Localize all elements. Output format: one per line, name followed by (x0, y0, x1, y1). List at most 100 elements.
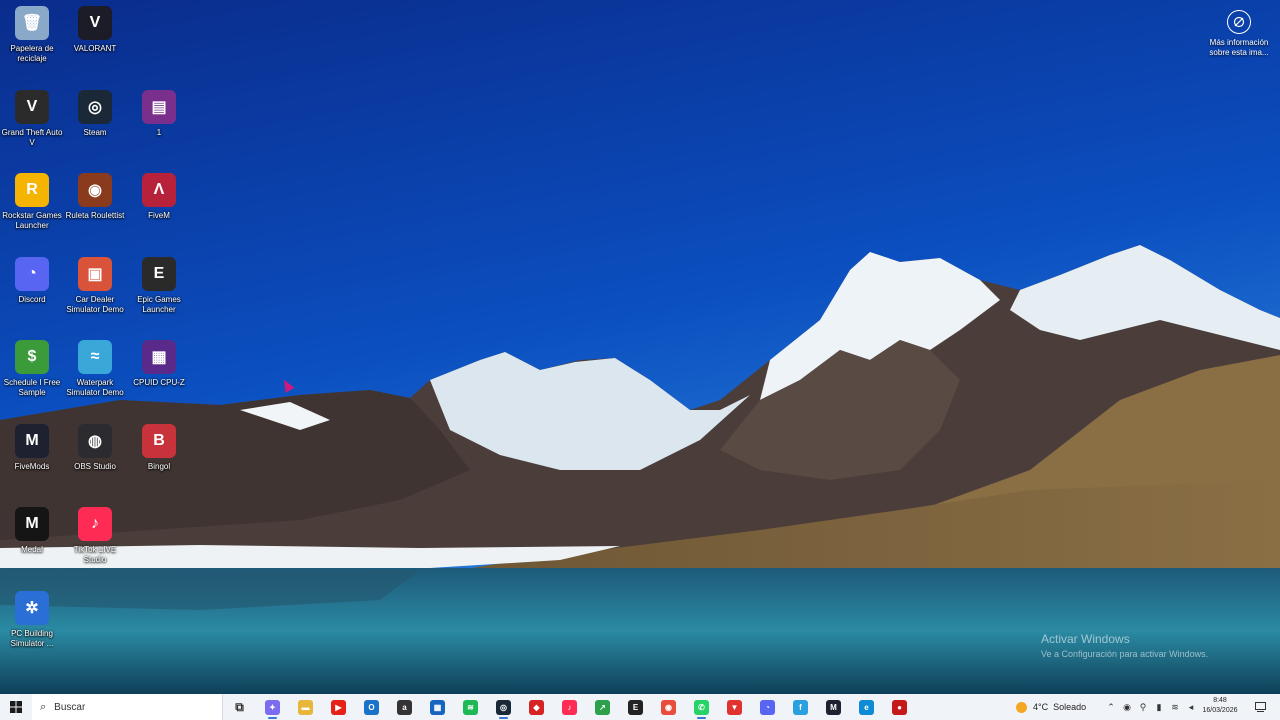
taskbar-app-button[interactable]: ● (883, 694, 916, 720)
desktop-shortcut[interactable]: ♪ TikTok LIVE Studio (63, 501, 127, 581)
recycle-bin-icon: 🗑 (15, 6, 49, 40)
taskbar-app-button[interactable]: ✆ (685, 694, 718, 720)
desktop-shortcut[interactable]: ◎ Steam (63, 84, 127, 164)
desktop-shortcut[interactable]: V VALORANT (63, 0, 127, 80)
fivemods-icon: M (15, 424, 49, 458)
taskbar-app-button[interactable]: ▶ (322, 694, 355, 720)
winrar-icon: ▤ (142, 90, 176, 124)
weather-widget[interactable]: 4°C Soleado (1016, 694, 1086, 720)
whatsapp-icon: ✆ (694, 699, 709, 715)
desktop-shortcut[interactable]: B Bingol (127, 418, 191, 498)
notes-app-icon: f (793, 699, 808, 715)
taskbar-app-button[interactable]: ▦ (421, 694, 454, 720)
start-button[interactable] (0, 694, 32, 720)
desktop-shortcut-label: OBS Studio (74, 462, 116, 471)
desktop-shortcut[interactable]: Λ FiveM (127, 167, 191, 247)
desktop-shortcut-label: FiveMods (14, 462, 50, 471)
desktop-shortcut-label: Medal (21, 545, 43, 554)
desktop-shortcut[interactable]: $ Schedule I Free Sample (0, 334, 64, 414)
notification-icon (1254, 702, 1266, 712)
taskbar-app-button[interactable]: ◆ (520, 694, 553, 720)
system-tray: ⌃ ◉ ⚲ ▮ ≋ ◂ (1103, 694, 1199, 720)
sun-icon (1016, 701, 1027, 713)
desktop-shortcut-label: Waterpark Simulator Demo (66, 378, 124, 397)
chevron-up-icon[interactable]: ⌃ (1103, 702, 1119, 713)
usb-icon[interactable]: ⚲ (1135, 702, 1151, 713)
desktop-shortcut-label: Epic Games Launcher (137, 295, 181, 314)
desktop-shortcut[interactable]: ▤ 1 (127, 84, 191, 164)
tiktok-live-icon: ♪ (78, 507, 112, 541)
wifi-icon[interactable]: ≋ (1167, 702, 1183, 713)
desktop-shortcut-label: Car Dealer Simulator Demo (66, 295, 124, 314)
desktop-shortcut[interactable]: E Epic Games Launcher (127, 251, 191, 331)
taskbar-app-button[interactable]: ▼ (718, 694, 751, 720)
taskbar-app-button[interactable]: e (850, 694, 883, 720)
clock[interactable]: 8:48 16/03/2026 (1198, 696, 1242, 716)
record-app-icon: ● (892, 699, 907, 715)
taskbar-app-button[interactable]: ◎ (487, 694, 520, 720)
tiktok-taskbar-icon: ♪ (562, 699, 577, 715)
desktop-shortcut-label: Steam (83, 128, 107, 137)
desktop-shortcut-label: PC Building Simulator ... (10, 629, 54, 648)
notification-button[interactable] (1250, 694, 1270, 720)
roulette-icon: ◉ (78, 173, 112, 207)
copilot-icon: ✦ (265, 699, 280, 715)
microphone-icon[interactable]: ▮ (1151, 702, 1167, 713)
taskbar-app-button[interactable]: ✦ (256, 694, 289, 720)
taskbar-app-button[interactable]: f (784, 694, 817, 720)
volume-icon[interactable]: ◂ (1183, 702, 1199, 713)
taskbar-app-button[interactable]: a (388, 694, 421, 720)
taskbar-app-button[interactable]: ◔ (751, 694, 784, 720)
discord-icon: ◔ (15, 257, 49, 291)
pc-building-icon: ✲ (15, 591, 49, 625)
taskbar-app-button[interactable]: ◉ (652, 694, 685, 720)
steam-icon: ◎ (78, 90, 112, 124)
taskbar: ⌕ Buscar ⧉ ✦ ▬ ▶ Oa ▦ ≋ ◎ ◆ ♪ ↗ E ◉ ✆ ▼ ◔ f Me ● (0, 694, 1280, 720)
taskbar-app-button[interactable]: ♪ (553, 694, 586, 720)
search-placeholder: Buscar (54, 701, 86, 713)
taskbar-app-button[interactable]: ↗ (586, 694, 619, 720)
obs-icon: ◍ (78, 424, 112, 458)
microsoft-store-icon: ▦ (430, 699, 445, 715)
more-info-button[interactable]: Más información sobre esta ima... (1204, 10, 1274, 58)
taskbar-apps: ⧉ ✦ ▬ ▶ Oa ▦ ≋ ◎ ◆ ♪ ↗ E ◉ ✆ ▼ ◔ f Me ● (223, 694, 916, 720)
car-dealer-icon: ▣ (78, 257, 112, 291)
desktop-shortcut[interactable]: ≈ Waterpark Simulator Demo (63, 334, 127, 414)
taskbar-app-button[interactable]: ⧉ (223, 694, 256, 720)
taskbar-search-box[interactable]: ⌕ Buscar (32, 694, 223, 720)
red-app-icon: ◆ (529, 699, 544, 715)
desktop-shortcut[interactable]: ◉ Ruleta Roulettist (63, 167, 127, 247)
taskbar-app-button[interactable]: E (619, 694, 652, 720)
desktop-shortcut[interactable]: ✲ PC Building Simulator ... (0, 585, 64, 665)
taskbar-app-button[interactable]: O (355, 694, 388, 720)
file-explorer-icon: ▬ (298, 699, 313, 715)
network-icon[interactable]: ◉ (1119, 702, 1135, 713)
desktop-shortcut[interactable]: ◔ Discord (0, 251, 64, 331)
rockstar-icon: R (15, 173, 49, 207)
outlook-icon: O (364, 699, 379, 715)
gta-v-icon: V (15, 90, 49, 124)
taskbar-app-button[interactable]: ≋ (454, 694, 487, 720)
desktop-shortcut[interactable]: M Medal (0, 501, 64, 581)
desktop-shortcut-label: Schedule I Free Sample (3, 378, 61, 397)
desktop-shortcut[interactable]: R Rockstar Games Launcher (0, 167, 64, 247)
amazon-icon: a (397, 699, 412, 715)
bingol-icon: B (142, 424, 176, 458)
weather-temp: 4°C (1033, 702, 1049, 712)
desktop-shortcut-label: TikTok LIVE Studio (73, 545, 117, 564)
desktop-shortcut[interactable]: ◍ OBS Studio (63, 418, 127, 498)
watermark-subtitle: Ve a Configuración para activar Windows. (1041, 649, 1209, 659)
brave-icon: ▼ (727, 699, 742, 715)
desktop-shortcut[interactable]: 🗑 Papelera de reciclaje (0, 0, 64, 80)
youtube-icon: ▶ (331, 699, 346, 715)
desktop-shortcut[interactable]: ▦ CPUID CPU-Z (127, 334, 191, 414)
chrome-icon: ◉ (661, 699, 676, 715)
taskbar-app-button[interactable]: M (817, 694, 850, 720)
desktop-shortcut[interactable]: ▣ Car Dealer Simulator Demo (63, 251, 127, 331)
taskbar-app-button[interactable]: ▬ (289, 694, 322, 720)
desktop-shortcut-label: Papelera de reciclaje (10, 44, 54, 63)
desktop-shortcut[interactable]: M FiveMods (0, 418, 64, 498)
epic-taskbar-icon: E (628, 699, 643, 715)
spotify-icon: ≋ (463, 699, 478, 715)
desktop-shortcut[interactable]: V Grand Theft Auto V (0, 84, 64, 164)
